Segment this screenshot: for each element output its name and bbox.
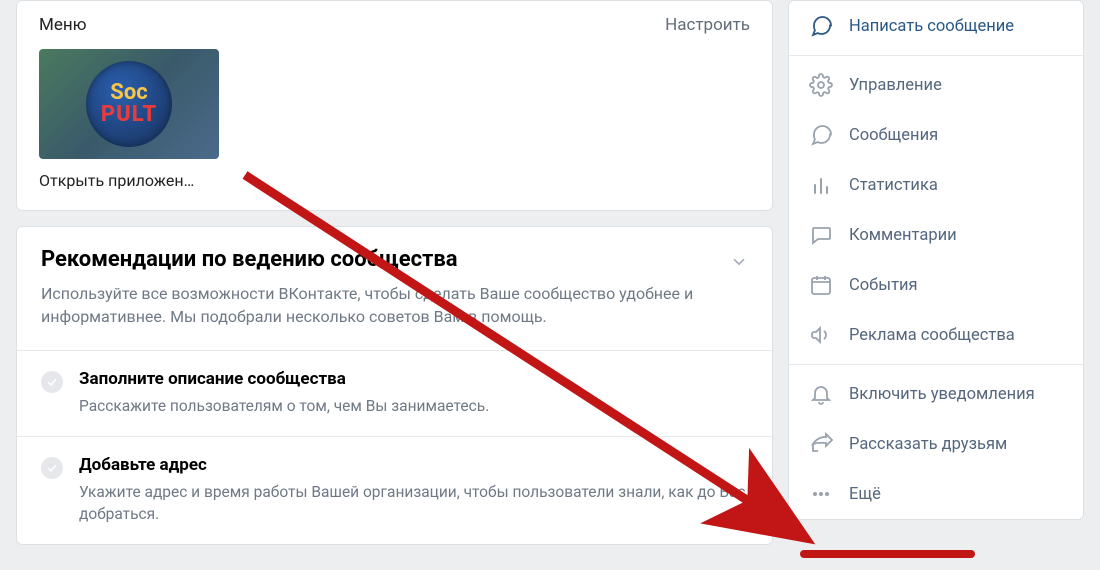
calendar-icon bbox=[809, 273, 833, 297]
sidebar-item-ads[interactable]: Реклама сообщества bbox=[789, 310, 1083, 360]
check-icon bbox=[41, 371, 63, 393]
sidebar-item-share[interactable]: Рассказать друзьям bbox=[789, 419, 1083, 469]
comment-icon bbox=[809, 223, 833, 247]
app-caption: Открыть приложен… bbox=[39, 171, 219, 190]
recommendation-item[interactable]: Добавьте адрес Укажите адрес и время раб… bbox=[17, 436, 772, 544]
sidebar-item-label: Комментарии bbox=[849, 226, 957, 245]
chat-icon bbox=[809, 123, 833, 147]
recommendation-item-sub: Укажите адрес и время работы Вашей орган… bbox=[79, 481, 748, 526]
recommendation-item-title: Добавьте адрес bbox=[79, 455, 748, 475]
sidebar-item-label: Статистика bbox=[849, 176, 938, 195]
sidebar-card: Написать сообщение Управление Сообщения bbox=[788, 0, 1084, 520]
gear-icon bbox=[809, 73, 833, 97]
menu-card: Меню Настроить Soc PULT Открыть приложен… bbox=[16, 0, 773, 211]
recommendation-item[interactable]: Заполните описание сообщества Расскажите… bbox=[17, 350, 772, 435]
sidebar-item-write-message[interactable]: Написать сообщение bbox=[789, 1, 1083, 51]
menu-title: Меню bbox=[39, 15, 87, 35]
sidebar-item-notifications[interactable]: Включить уведомления bbox=[789, 369, 1083, 419]
sidebar-separator bbox=[789, 55, 1083, 56]
stats-icon bbox=[809, 173, 833, 197]
message-icon bbox=[809, 14, 833, 38]
chevron-down-icon bbox=[730, 253, 748, 275]
app-logo-icon: Soc PULT bbox=[86, 61, 172, 147]
share-icon bbox=[809, 432, 833, 456]
recommendations-title: Рекомендации по ведению сообщества bbox=[41, 247, 748, 272]
sidebar-item-events[interactable]: События bbox=[789, 260, 1083, 310]
sidebar-item-label: Управление bbox=[849, 76, 942, 95]
sidebar-item-label: Сообщения bbox=[849, 126, 938, 145]
sidebar-item-stats[interactable]: Статистика bbox=[789, 160, 1083, 210]
recommendation-item-sub: Расскажите пользователям о том, чем Вы з… bbox=[79, 395, 489, 417]
recommendations-header[interactable]: Рекомендации по ведению сообщества Испол… bbox=[17, 227, 772, 350]
sidebar-item-manage[interactable]: Управление bbox=[789, 60, 1083, 110]
app-tile[interactable]: Soc PULT Открыть приложен… bbox=[39, 49, 219, 190]
dots-icon bbox=[809, 482, 833, 506]
app-thumbnail: Soc PULT bbox=[39, 49, 219, 159]
bell-icon bbox=[809, 382, 833, 406]
sidebar-item-label: Включить уведомления bbox=[849, 385, 1035, 404]
check-icon bbox=[41, 457, 63, 479]
sidebar-item-label: Рассказать друзьям bbox=[849, 435, 1007, 454]
recommendations-card: Рекомендации по ведению сообщества Испол… bbox=[16, 226, 773, 545]
sidebar-item-label: События bbox=[849, 276, 918, 295]
sidebar-item-more[interactable]: Ещё bbox=[789, 469, 1083, 519]
sidebar-item-label: Ещё bbox=[849, 485, 881, 504]
sidebar-item-label: Написать сообщение bbox=[849, 17, 1014, 36]
megaphone-icon bbox=[809, 323, 833, 347]
sidebar-item-label: Реклама сообщества bbox=[849, 326, 1015, 345]
sidebar-item-comments[interactable]: Комментарии bbox=[789, 210, 1083, 260]
sidebar-item-messages[interactable]: Сообщения bbox=[789, 110, 1083, 160]
recommendations-subtitle: Используйте все возможности ВКонтакте, ч… bbox=[41, 282, 748, 328]
recommendation-item-title: Заполните описание сообщества bbox=[79, 369, 489, 389]
menu-configure-link[interactable]: Настроить bbox=[665, 15, 750, 35]
sidebar-separator bbox=[789, 364, 1083, 365]
